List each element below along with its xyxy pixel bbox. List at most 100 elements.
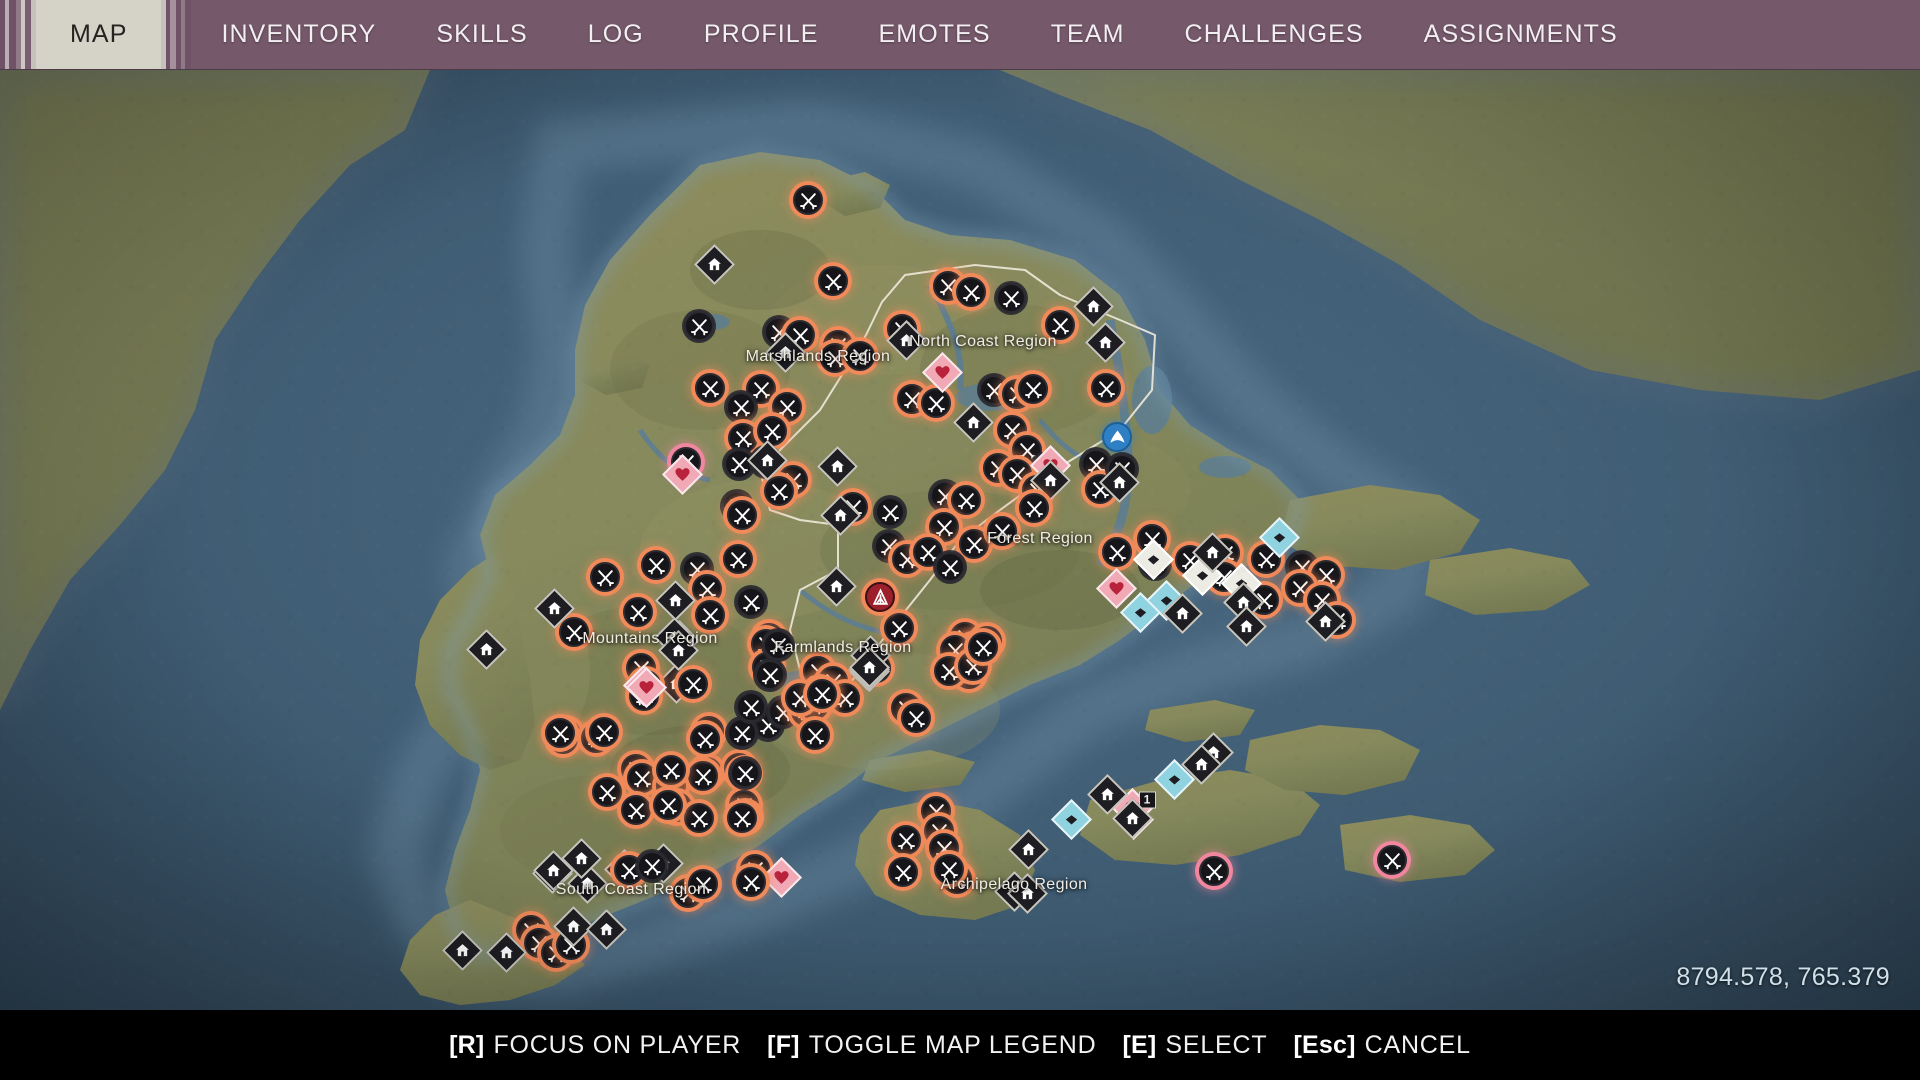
- map-marker-settlement-icon[interactable]: [560, 837, 611, 888]
- map-marker-settlement-icon[interactable]: [1161, 592, 1212, 643]
- map-marker-combat-icon[interactable]: [818, 266, 848, 296]
- map-marker-enemy-camp-icon[interactable]: [865, 582, 895, 612]
- nav-tab-inventory[interactable]: INVENTORY: [191, 0, 406, 69]
- map-marker-combat-icon[interactable]: [637, 851, 667, 881]
- map-marker-combat-icon[interactable]: [901, 703, 931, 733]
- map-marker-combat-icon[interactable]: [736, 587, 766, 617]
- map-marker-combat-icon[interactable]: [688, 761, 718, 791]
- map-marker-combat-icon[interactable]: [684, 311, 714, 341]
- map-marker-settlement-icon[interactable]: [657, 629, 708, 680]
- nav-tab-skills[interactable]: SKILLS: [406, 0, 557, 69]
- map-marker-settlement-icon[interactable]: [1029, 459, 1080, 510]
- map-marker-combat-icon[interactable]: [684, 803, 714, 833]
- map-marker-settlement-icon[interactable]: [848, 646, 899, 697]
- map-marker-settlement-icon[interactable]: [485, 931, 536, 982]
- map-marker-combat-icon[interactable]: [1045, 310, 1075, 340]
- key-hint[interactable]: [R] FOCUS ON PLAYER: [449, 1031, 741, 1060]
- map-marker-settlement-icon[interactable]: [819, 494, 870, 545]
- map-marker-settlement-icon[interactable]: [1191, 531, 1242, 582]
- map-marker-settlement-icon[interactable]: [1225, 605, 1276, 656]
- map-marker-settlement-icon[interactable]: [815, 565, 866, 616]
- map-marker-combat-icon[interactable]: [730, 758, 760, 788]
- map-marker-combat-icon[interactable]: [1377, 845, 1407, 875]
- map-marker-settlement-icon[interactable]: [952, 401, 1003, 452]
- map-marker-combat-icon[interactable]: [623, 597, 653, 627]
- map-marker-combat-icon[interactable]: [755, 660, 785, 690]
- map-marker-settlement-icon[interactable]: [533, 587, 584, 638]
- map-marker-combat-icon[interactable]: [987, 516, 1017, 546]
- map-marker-combat-icon[interactable]: [736, 867, 766, 897]
- map-marker-settlement-icon[interactable]: [585, 908, 636, 959]
- map-marker-combat-icon[interactable]: [590, 562, 620, 592]
- key-hint[interactable]: [Esc] CANCEL: [1293, 1031, 1470, 1060]
- map-marker-combat-icon[interactable]: [951, 485, 981, 515]
- key-hint[interactable]: [E] SELECT: [1122, 1031, 1267, 1060]
- map-marker-combat-icon[interactable]: [1102, 537, 1132, 567]
- map-marker-resource-icon[interactable]: [1153, 758, 1204, 809]
- map-marker-settlement-icon[interactable]: [566, 862, 617, 913]
- map-marker-combat-icon[interactable]: [888, 857, 918, 887]
- map-marker-settlement-icon[interactable]: [532, 849, 583, 900]
- nav-tab-log[interactable]: LOG: [558, 0, 674, 69]
- map-marker-combat-icon[interactable]: [875, 497, 905, 527]
- map-marker-quest-icon[interactable]: [661, 453, 712, 504]
- map-marker-combat-icon[interactable]: [884, 613, 914, 643]
- key-hint[interactable]: [F] TOGGLE MAP LEGEND: [767, 1031, 1096, 1060]
- map-marker-player-icon[interactable]: [1102, 422, 1132, 452]
- map-marker-combat-icon[interactable]: [695, 373, 725, 403]
- map-marker-combat-icon[interactable]: [653, 790, 683, 820]
- map-marker-quest-icon[interactable]: [625, 666, 676, 717]
- map-marker-settlement-icon[interactable]: [1180, 743, 1231, 794]
- map-marker-settlement-icon[interactable]: [465, 628, 516, 679]
- map-marker-combat-icon[interactable]: [757, 416, 787, 446]
- nav-tab-profile[interactable]: PROFILE: [674, 0, 849, 69]
- map-marker-settlement-icon[interactable]: [764, 331, 815, 382]
- map-marker-settlement-icon[interactable]: [642, 842, 693, 893]
- map-marker-combat-icon[interactable]: [807, 679, 837, 709]
- map-marker-combat-icon[interactable]: [726, 392, 756, 422]
- map-marker-combat-icon[interactable]: [621, 795, 651, 825]
- map-marker-combat-icon[interactable]: [592, 777, 622, 807]
- map-marker-combat-icon[interactable]: [968, 632, 998, 662]
- map-marker-quest-icon[interactable]: [921, 351, 972, 402]
- map-marker-combat-icon[interactable]: [589, 717, 619, 747]
- map-marker-combat-icon[interactable]: [727, 500, 757, 530]
- map-marker-combat-icon[interactable]: [1018, 374, 1048, 404]
- map-marker-combat-icon[interactable]: [656, 755, 686, 785]
- map-marker-settlement-icon[interactable]: [746, 439, 797, 490]
- map-marker-combat-icon[interactable]: [845, 341, 875, 371]
- map-viewport[interactable]: 1 North Coast Region Marshlands Region For…: [0, 70, 1920, 1010]
- map-marker-settlement-icon[interactable]: [1007, 828, 1058, 879]
- map-marker-quest-icon[interactable]: [1095, 567, 1146, 618]
- map-marker-settlement-icon[interactable]: [441, 929, 492, 980]
- map-marker-settlement-icon[interactable]: [1098, 461, 1149, 512]
- nav-tab-emotes[interactable]: EMOTES: [849, 0, 1021, 69]
- map-marker-combat-icon[interactable]: [1091, 373, 1121, 403]
- map-marker-resource-icon[interactable]: [1258, 516, 1309, 567]
- map-marker-combat-icon[interactable]: [793, 185, 823, 215]
- map-marker-combat-icon[interactable]: [727, 803, 757, 833]
- map-marker-quest-icon[interactable]: [760, 856, 811, 907]
- map-marker-combat-icon[interactable]: [934, 854, 964, 884]
- map-marker-combat-icon[interactable]: [1019, 493, 1049, 523]
- nav-tab-map[interactable]: MAP: [36, 0, 162, 69]
- map-marker-combat-icon[interactable]: [736, 692, 766, 722]
- map-marker-combat-icon[interactable]: [1199, 856, 1229, 886]
- map-marker-combat-icon[interactable]: [723, 544, 753, 574]
- map-marker-point-of-interest-icon[interactable]: [1132, 538, 1183, 589]
- map-marker-combat-icon[interactable]: [627, 763, 657, 793]
- map-marker-combat-icon[interactable]: [956, 277, 986, 307]
- map-marker-settlement-icon[interactable]: [1111, 797, 1162, 848]
- map-marker-resource-icon[interactable]: [1050, 798, 1101, 849]
- map-marker-combat-icon[interactable]: [545, 718, 575, 748]
- map-marker-combat-icon[interactable]: [891, 825, 921, 855]
- map-marker-combat-icon[interactable]: [763, 630, 793, 660]
- map-marker-combat-icon[interactable]: [800, 720, 830, 750]
- map-marker-combat-icon[interactable]: [641, 550, 671, 580]
- map-marker-settlement-icon[interactable]: [1304, 600, 1355, 651]
- map-marker-combat-icon[interactable]: [690, 724, 720, 754]
- map-marker-settlement-icon[interactable]: [1084, 321, 1135, 372]
- map-marker-combat-icon[interactable]: [727, 718, 757, 748]
- nav-tab-team[interactable]: TEAM: [1021, 0, 1155, 69]
- nav-tab-challenges[interactable]: CHALLENGES: [1155, 0, 1394, 69]
